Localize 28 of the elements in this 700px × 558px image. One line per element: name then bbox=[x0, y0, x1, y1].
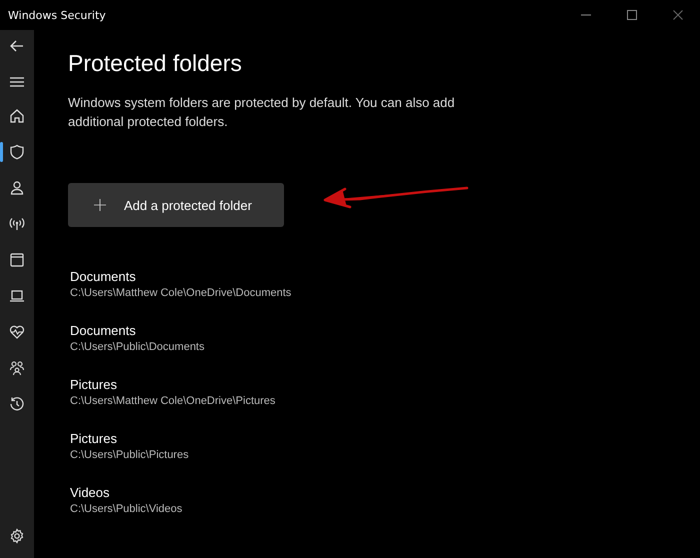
folder-name: Videos bbox=[70, 485, 111, 500]
shield-icon bbox=[9, 144, 25, 160]
laptop-icon bbox=[9, 288, 25, 304]
close-button[interactable] bbox=[671, 8, 685, 22]
folder-path: C:\Users\Public\Videos bbox=[70, 503, 184, 515]
folder-name: Documents bbox=[70, 269, 137, 284]
home-icon bbox=[9, 108, 25, 124]
plus-icon bbox=[94, 199, 106, 211]
folder-name: Pictures bbox=[70, 431, 118, 446]
history-icon bbox=[9, 396, 25, 412]
settings-icon[interactable] bbox=[9, 528, 25, 544]
folder-name: Documents bbox=[70, 323, 137, 338]
folder-path: C:\Users\Matthew Cole\OneDrive\Documents bbox=[70, 287, 292, 299]
folder-path: C:\Users\Public\Pictures bbox=[70, 449, 190, 461]
description: Windows system folders are protected by default. You can also add additional protected folders. bbox=[68, 94, 456, 131]
add-folder-button[interactable]: Add a protected folder bbox=[68, 183, 284, 227]
folder-path: C:\Users\Matthew Cole\OneDrive\Pictures bbox=[70, 395, 276, 407]
back-icon[interactable] bbox=[9, 38, 25, 54]
maximize-button[interactable] bbox=[625, 8, 639, 22]
folder-path: C:\Users\Public\Documents bbox=[70, 341, 206, 353]
people-icon bbox=[9, 360, 25, 376]
antenna-icon bbox=[9, 216, 25, 232]
folder-name: Pictures bbox=[70, 377, 118, 392]
heart-pulse-icon bbox=[9, 324, 25, 340]
page-title: Protected folders bbox=[68, 50, 243, 77]
window-icon bbox=[9, 252, 25, 268]
person-icon bbox=[9, 180, 25, 196]
window-title: Windows Security bbox=[8, 8, 106, 22]
